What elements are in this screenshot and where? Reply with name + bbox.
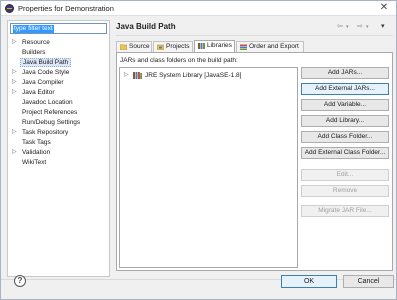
filter-text: type filter text (13, 25, 54, 33)
library-action-button[interactable]: Add JARs... (301, 67, 389, 79)
tree-item-label: Task Repository (22, 129, 69, 136)
tree-item-label: Java Build Path (20, 58, 72, 67)
tree-item[interactable]: ▷ Resource (12, 38, 108, 47)
library-label: JRE System Library [JavaSE-1.8] (145, 72, 242, 79)
tree-item-label: Project References (22, 109, 78, 116)
eclipse-icon (5, 4, 14, 13)
tree-item[interactable]: Task Tags (12, 138, 108, 147)
tab-label: Libraries (207, 42, 232, 49)
expand-chevron-icon[interactable]: ▷ (12, 78, 18, 87)
tree-item[interactable]: Java Build Path (12, 58, 108, 67)
libraries-tree[interactable]: ▷ JRE System Library [JavaSE-1.8] (119, 67, 298, 268)
back-arrow-icon[interactable]: ⇦ (337, 22, 343, 32)
expand-chevron-icon[interactable]: ▷ (12, 38, 18, 47)
source-folder-icon (120, 44, 127, 50)
tree-item[interactable]: Project References (12, 108, 108, 117)
tree-item[interactable]: Javadoc Location (12, 98, 108, 107)
expand-chevron-icon[interactable]: ▷ (12, 88, 18, 97)
tree-item[interactable]: ▷ Validation (12, 148, 108, 157)
library-action-button[interactable]: Add External JARs... (301, 83, 389, 95)
tree-item-label: Javadoc Location (22, 99, 73, 106)
tree-item-label: Builders (22, 49, 46, 56)
order-export-icon (240, 44, 247, 50)
tab-order-and-export[interactable]: Order and Export (236, 41, 304, 52)
preference-tree-panel: type filter text ▷ Resource Builders Java B… (7, 20, 110, 277)
library-action-button: Remove (301, 185, 389, 197)
tab-label: Source (129, 43, 150, 50)
library-action-button[interactable]: Add Variable... (301, 99, 389, 111)
title-separator (116, 35, 393, 36)
libraries-panel: JARs and class folders on the build path… (116, 52, 393, 271)
tab-libraries[interactable]: Libraries (194, 40, 235, 52)
ok-button[interactable]: OK (281, 275, 337, 288)
help-icon[interactable]: ? (14, 275, 26, 287)
close-button[interactable]: ✕ (376, 2, 392, 14)
tab-label: Order and Export (249, 43, 299, 50)
library-action-button: Migrate JAR File... (301, 205, 389, 217)
expand-chevron-icon[interactable]: ▷ (12, 68, 18, 77)
tree-item[interactable]: WikiText (12, 158, 108, 167)
tab-projects[interactable]: Projects (153, 41, 193, 52)
library-action-button: Edit... (301, 169, 389, 181)
tree-item[interactable]: ▷ Java Compiler (12, 78, 108, 87)
tree-item-label: Run/Debug Settings (22, 119, 81, 126)
back-dropdown-icon[interactable]: ▾ (346, 22, 349, 32)
filter-input[interactable]: type filter text (10, 23, 107, 34)
tree-item[interactable]: ▷ Java Editor (12, 88, 108, 97)
library-action-button[interactable]: Add Library... (301, 115, 389, 127)
title-bar: Properties for Demonstration ✕ (1, 1, 396, 16)
expand-chevron-icon[interactable]: ▷ (124, 71, 129, 80)
tab-bar: Source Projects Libraries Order and Expo… (116, 40, 393, 52)
tree-item-label: Java Compiler (22, 79, 64, 86)
forward-arrow-icon[interactable]: ⇨ (357, 22, 363, 32)
navigation-toolbar: ⇦ ▾ ⇨ ▾ ▾ (337, 22, 393, 32)
window-title: Properties for Demonstration (18, 4, 114, 13)
properties-dialog: Properties for Demonstration ✕ type filt… (0, 0, 397, 300)
projects-icon (157, 44, 164, 50)
tree-item[interactable]: ▷ Java Code Style (12, 68, 108, 77)
tree-item[interactable]: ▷ Task Repository (12, 128, 108, 137)
tree-item-label: WikiText (22, 159, 47, 166)
libraries-caption: JARs and class folders on the build path… (120, 57, 238, 64)
cancel-button[interactable]: Cancel (343, 275, 394, 288)
forward-dropdown-icon[interactable]: ▾ (366, 22, 369, 32)
library-action-button[interactable]: Add External Class Folder... (301, 147, 389, 159)
tree-item[interactable]: Run/Debug Settings (12, 118, 108, 127)
library-action-button[interactable]: Add Class Folder... (301, 131, 389, 143)
tree-item-label: Resource (22, 39, 50, 46)
tree-item[interactable]: Builders (12, 48, 108, 57)
tree-item-label: Validation (22, 149, 51, 156)
library-jar-icon (133, 72, 142, 79)
tab-label: Projects (166, 43, 190, 50)
tree-item-label: Java Code Style (22, 69, 70, 76)
tree-item-label: Java Editor (22, 89, 55, 96)
expand-chevron-icon[interactable]: ▷ (12, 148, 18, 157)
view-menu-icon[interactable]: ▾ (381, 22, 385, 32)
libraries-icon (198, 43, 205, 49)
tab-source[interactable]: Source (116, 41, 152, 52)
tree-item-label: Task Tags (22, 139, 51, 146)
page-title: Java Build Path (116, 22, 176, 31)
expand-chevron-icon[interactable]: ▷ (12, 128, 18, 137)
